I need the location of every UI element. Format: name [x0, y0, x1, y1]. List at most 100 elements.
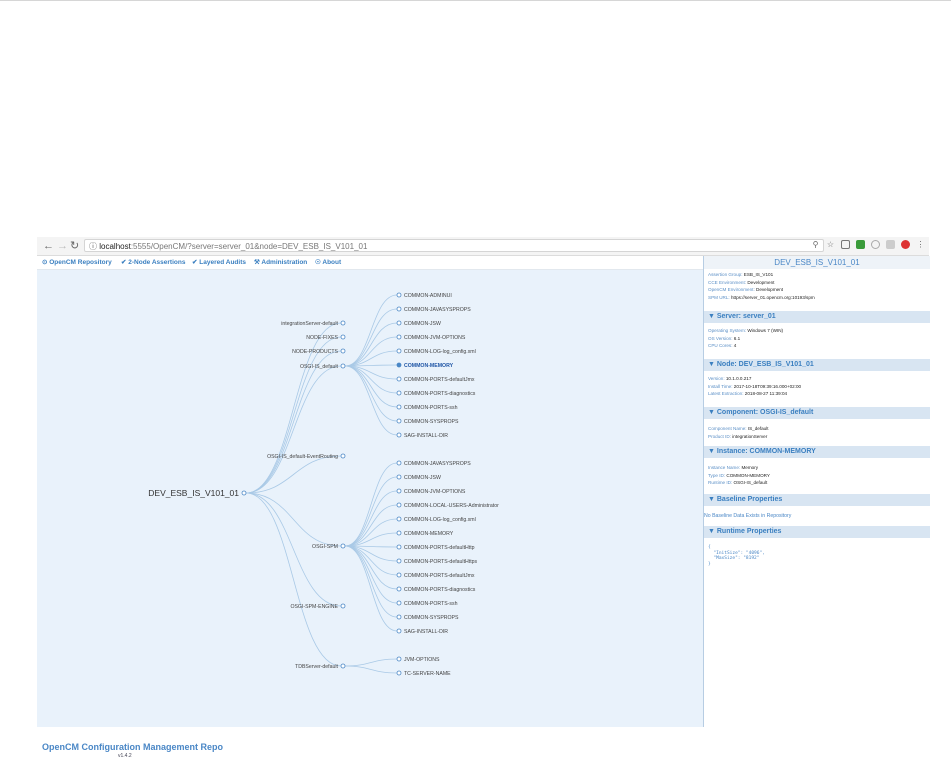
tree-leaf-dot — [396, 558, 402, 564]
tree-root-node[interactable]: DEV_ESB_IS_V101_01 — [148, 488, 247, 498]
tree-leaf[interactable]: TC-SERVER-NAME — [396, 670, 451, 677]
app-version: v1.4.2 — [118, 753, 132, 759]
top-info-row: OpenCM Environment: Development — [708, 287, 783, 293]
tree-component[interactable]: OSGI-SPM-ENGINE — [290, 603, 346, 610]
info-key: OS Version: — [708, 335, 734, 341]
tree-component[interactable]: NODE-FIXES — [306, 334, 346, 341]
menu-item-0[interactable]: ⊙ OpenCM Repository — [42, 256, 112, 269]
tree-leaf-label: COMMON-MEMORY — [404, 363, 454, 369]
tree-leaf-dot — [396, 292, 402, 298]
zoom-icon[interactable]: ⚲ — [811, 240, 820, 249]
server-section-header[interactable]: ▼ Server: server_01 — [704, 311, 930, 323]
tree-leaf[interactable]: COMMON-ADMINUI — [396, 292, 452, 299]
instance-info-row: Runtime ID: OSGI-IS_default — [708, 480, 767, 486]
tree-leaf[interactable]: COMMON-PORTS-diagnostics — [396, 390, 476, 397]
info-key: Install Time: — [708, 383, 734, 389]
tree-leaf[interactable]: COMMON-JVM-OPTIONS — [396, 334, 466, 341]
tree-leaf[interactable]: COMMON-PORTS-defaultHttps — [396, 558, 478, 565]
tree-component[interactable]: OSGI-IS_default-EventRouting — [267, 453, 346, 460]
tree-leaf[interactable]: COMMON-PORTS-diagnostics — [396, 586, 476, 593]
tree-link — [344, 365, 398, 422]
node-section-header[interactable]: ▼ Node: DEV_ESB_IS_V101_01 — [704, 359, 930, 371]
tree-leaf[interactable]: COMMON-LOCAL-USERS-Administrator — [396, 502, 499, 509]
menu-item-2[interactable]: ✔ Layered Audits — [192, 256, 246, 269]
tree-component-label: OSGI-SPM-ENGINE — [290, 604, 338, 610]
tree-leaf[interactable]: COMMON-LOG-log_config.xml — [396, 348, 476, 355]
tree-leaf[interactable]: COMMON-SYSPROPS — [396, 614, 459, 621]
instance-info-row: Type ID: COMMON-MEMORY — [708, 473, 770, 479]
tree-link — [245, 365, 342, 494]
tree-leaf[interactable]: COMMON-PORTS-defaultJmx — [396, 376, 475, 383]
tree-leaf[interactable]: COMMON-MEMORY — [396, 530, 454, 537]
url-host: localhost — [99, 242, 131, 251]
tree-component[interactable]: integrationServer-default — [281, 320, 346, 327]
tree-leaf[interactable]: COMMON-PORTS-ssh — [396, 404, 458, 411]
tree-leaf-dot — [396, 586, 402, 592]
server-info-row: Operating System: Windows 7 (WIN) — [708, 328, 783, 334]
tree-component-label: OSGI-IS_default-EventRouting — [267, 454, 338, 460]
adblock-icon[interactable] — [901, 240, 910, 249]
tree-component[interactable]: OSGI-IS_default — [300, 363, 346, 370]
tree-link — [344, 490, 398, 547]
tree-component-dot — [340, 348, 346, 354]
tree-component[interactable]: NODE-PRODUCTS — [292, 348, 346, 355]
info-key: CCE Environment: — [708, 279, 748, 285]
tree-leaf[interactable]: COMMON-JVM-OPTIONS — [396, 488, 466, 495]
tree-leaf[interactable]: COMMON-JAVASYSPROPS — [396, 460, 471, 467]
browser-menu-icon[interactable]: ⋮ — [916, 240, 925, 249]
extension-grey-icon[interactable] — [886, 240, 895, 249]
tree-leaf-label: SAG-INSTALL-DIR — [404, 629, 448, 635]
tree-leaf[interactable]: COMMON-PORTS-ssh — [396, 600, 458, 607]
tree-leaf[interactable]: COMMON-LOG-log_config.xml — [396, 516, 476, 523]
instance-section-header[interactable]: ▼ Instance: COMMON-MEMORY — [704, 446, 930, 458]
tree-leaf-dot — [396, 600, 402, 606]
tree-leaf[interactable]: SAG-INSTALL-DIR — [396, 432, 448, 439]
tree-leaf[interactable]: COMMON-SYSPROPS — [396, 418, 459, 425]
info-key: Component Name: — [708, 426, 748, 431]
browser-extension-icons: ⚲ ☆ ⋮ — [811, 240, 925, 252]
reload-icon[interactable]: ↻ — [70, 239, 79, 253]
tree-leaf-label: COMMON-LOG-log_config.xml — [404, 349, 476, 355]
tree-component-dot — [340, 453, 346, 459]
bookmark-star-icon[interactable]: ☆ — [826, 240, 835, 249]
tree-leaf[interactable]: JVM-OPTIONS — [396, 656, 440, 663]
menu-item-3[interactable]: ⚒ Administration — [254, 256, 307, 269]
baseline-section-header[interactable]: ▼ Baseline Properties — [704, 494, 930, 506]
menu-item-1[interactable]: ✔ 2-Node Assertions — [121, 256, 185, 269]
tree-leaf[interactable]: COMMON-PORTS-defaultJmx — [396, 572, 475, 579]
sheets-extension-icon[interactable] — [856, 240, 865, 249]
tree-component-dot — [340, 543, 346, 549]
extension-circle-icon[interactable] — [871, 240, 880, 249]
tree-leaf-label: COMMON-MEMORY — [404, 531, 454, 537]
tree-leaf[interactable]: COMMON-JSW — [396, 474, 441, 481]
tree-leaf-label: COMMON-PORTS-ssh — [404, 405, 458, 411]
tree-leaf[interactable]: COMMON-JAVASYSPROPS — [396, 306, 471, 313]
tree-leaf[interactable]: COMMON-MEMORY — [396, 362, 454, 369]
runtime-section-header[interactable]: ▼ Runtime Properties — [704, 526, 930, 538]
tree-leaf-label: COMMON-PORTS-defaultHttps — [404, 559, 478, 565]
tree-leaf-dot — [396, 656, 402, 662]
info-value: Development — [756, 287, 784, 292]
cast-icon[interactable] — [841, 240, 850, 249]
address-bar[interactable]: ⓘ localhost:5555/OpenCM/?server=server_0… — [84, 239, 824, 252]
back-icon[interactable]: ← — [43, 239, 54, 253]
tree-leaf[interactable]: COMMON-PORTS-defaultHttp — [396, 544, 475, 551]
tree-leaf-label: TC-SERVER-NAME — [404, 671, 451, 677]
tree-leaf-label: COMMON-PORTS-defaultHttp — [404, 545, 475, 551]
forward-icon[interactable]: → — [57, 239, 68, 253]
info-value: Memory — [741, 465, 759, 470]
tree-component-dot — [340, 320, 346, 326]
tree-leaf-dot — [396, 628, 402, 634]
menu-item-4[interactable]: ☉ About — [315, 256, 341, 269]
tree-leaf-dot — [396, 348, 402, 354]
configuration-tree: COMMON-ADMINUI COMMON-JAVASYSPROPS COMMON-… — [148, 292, 499, 677]
tree-component[interactable]: TDBServer-default — [295, 663, 346, 670]
tree-leaf-label: COMMON-JVM-OPTIONS — [404, 335, 466, 341]
tree-leaf[interactable]: COMMON-JSW — [396, 320, 441, 327]
tree-leaf-dot — [396, 390, 402, 396]
tree-leaf-label: JVM-OPTIONS — [404, 657, 440, 663]
component-section-header[interactable]: ▼ Component: OSGI-IS_default — [704, 407, 930, 419]
tree-link — [344, 294, 398, 367]
tree-component[interactable]: OSGI-SPM — [312, 543, 346, 550]
tree-leaf[interactable]: SAG-INSTALL-DIR — [396, 628, 448, 635]
